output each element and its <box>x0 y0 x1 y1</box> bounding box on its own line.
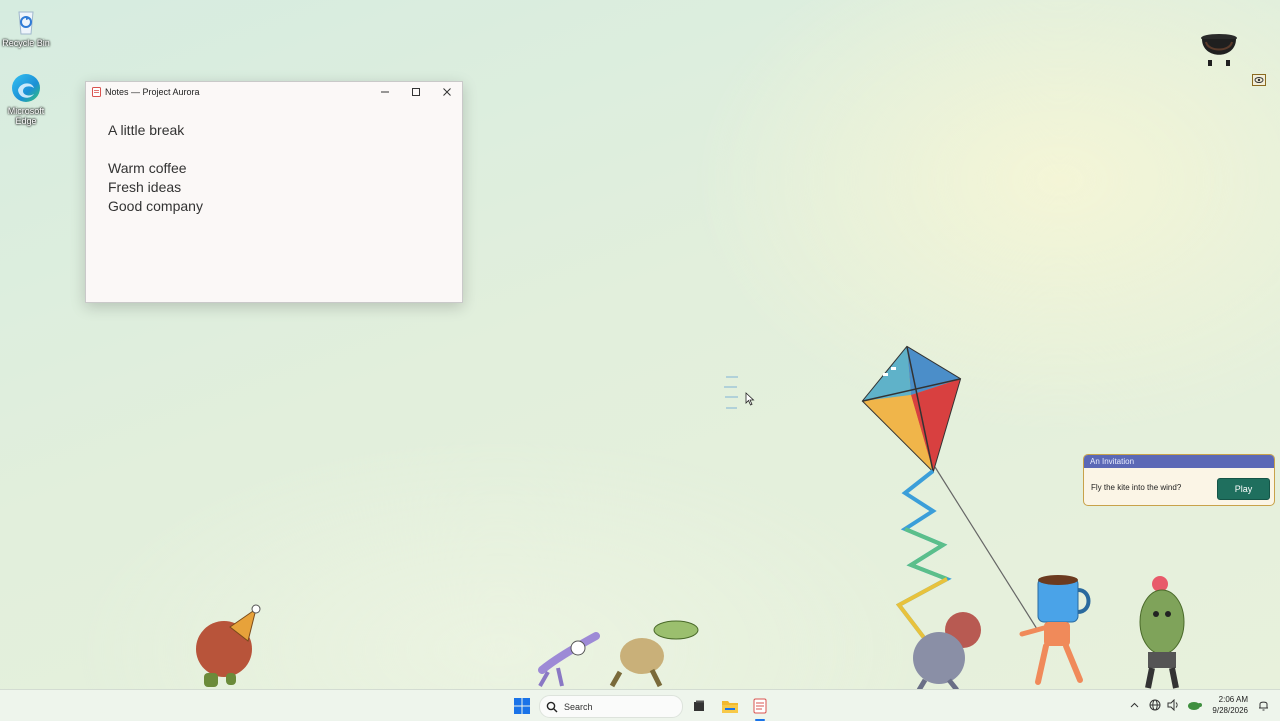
cactus-character <box>1128 574 1192 695</box>
taskbar-search-box[interactable]: Search <box>539 695 683 718</box>
party-hat-blob-character <box>192 603 264 694</box>
notifications-button[interactable] <box>1256 698 1270 712</box>
maximize-icon <box>411 87 420 96</box>
cauldron-icon <box>1198 30 1240 73</box>
note-line: Warm coffee <box>108 160 187 176</box>
note-text-area[interactable]: A little break Warm coffee Fresh ideas G… <box>86 101 462 236</box>
file-explorer-icon <box>722 701 738 713</box>
taskbar-clock[interactable]: 2:06 AM 9/28/2026 <box>1212 694 1248 716</box>
mouse-cursor-icon <box>745 392 755 411</box>
turtle-tray-icon <box>1188 702 1202 710</box>
lizard-character <box>606 618 702 693</box>
invitation-header: An Invitation <box>1084 455 1274 468</box>
edge-icon <box>10 72 42 104</box>
minimize-button[interactable] <box>369 82 400 101</box>
invitation-dialog: An Invitation Fly the kite into the wind… <box>1083 454 1275 506</box>
start-button[interactable] <box>510 694 534 718</box>
globe-icon <box>1149 699 1161 711</box>
wind-lines <box>722 375 742 418</box>
purple-leaning-character <box>534 630 604 693</box>
desktop-icon-edge[interactable]: Microsoft Edge <box>0 72 52 126</box>
hooded-grey-character <box>905 612 989 695</box>
notes-app-icon <box>753 698 767 714</box>
network-button[interactable] <box>1148 698 1162 712</box>
show-hidden-icons-button[interactable] <box>1127 698 1141 712</box>
desktop-icon-recycle-bin[interactable]: Recycle Bin <box>0 8 52 48</box>
chevron-up-icon <box>1130 702 1138 708</box>
search-icon <box>546 701 558 712</box>
file-explorer-button[interactable] <box>718 694 742 718</box>
window-titlebar[interactable]: Notes — Project Aurora <box>86 82 462 101</box>
coffee-mug-character <box>1018 572 1100 691</box>
close-button[interactable] <box>431 82 462 101</box>
eye-toggle-icon[interactable] <box>1252 73 1266 91</box>
maximize-button[interactable] <box>400 82 431 101</box>
desktop-icon-label: Microsoft Edge <box>7 106 45 126</box>
task-view-button[interactable] <box>688 694 710 718</box>
windows-start-icon <box>514 698 530 714</box>
note-line: Good company <box>108 198 203 214</box>
task-view-icon <box>694 700 704 711</box>
clock-date: 9/28/2026 <box>1212 706 1248 715</box>
app-tray-button[interactable] <box>1186 698 1202 712</box>
notes-window: Notes — Project Aurora A little break Wa… <box>85 81 463 303</box>
speaker-icon <box>1167 699 1178 711</box>
note-line: A little break <box>108 122 185 138</box>
notes-app-icon <box>92 86 101 97</box>
note-line-blank <box>108 140 440 159</box>
window-title: Notes — Project Aurora <box>105 86 200 97</box>
close-icon <box>442 87 451 96</box>
play-button[interactable]: Play <box>1217 478 1270 500</box>
taskbar: Search 2:06 AM 9/28/2026 <box>0 689 1280 721</box>
notes-taskbar-button[interactable] <box>748 694 772 721</box>
search-placeholder: Search <box>564 701 593 712</box>
bell-icon <box>1258 701 1268 711</box>
volume-button[interactable] <box>1166 698 1180 712</box>
clock-time: 2:06 AM <box>1218 695 1248 704</box>
minimize-icon <box>380 91 389 92</box>
recycle-bin-icon <box>13 8 39 36</box>
desktop-icon-label: Recycle Bin <box>2 38 50 48</box>
note-line: Fresh ideas <box>108 179 182 195</box>
invitation-message: Fly the kite into the wind? <box>1091 483 1182 492</box>
